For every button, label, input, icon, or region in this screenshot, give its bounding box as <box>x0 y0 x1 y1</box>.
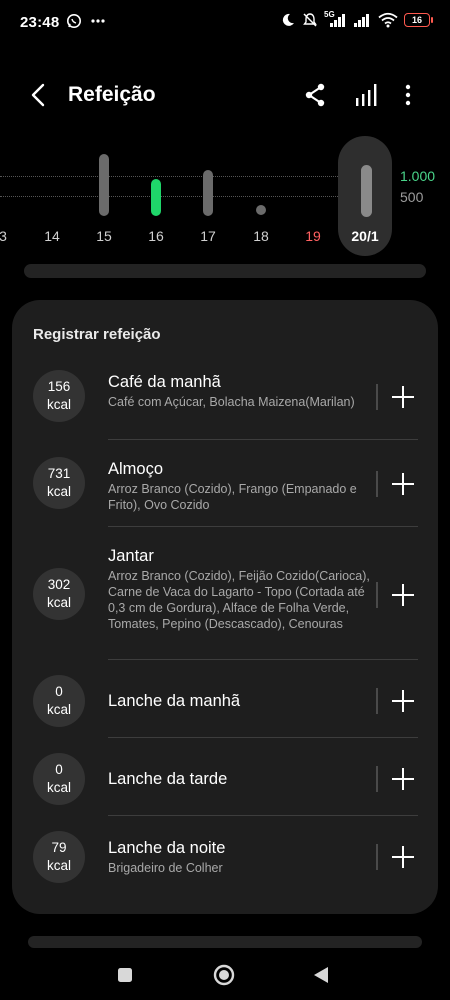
kcal-unit: kcal <box>46 858 71 873</box>
kcal-badge: 79 kcal <box>33 831 85 883</box>
signal-icon-2 <box>354 14 369 27</box>
add-icon[interactable] <box>390 471 416 497</box>
meal-description: Café com Açúcar, Bolacha Maizena(Marilan… <box>108 395 355 409</box>
day-bar-20[interactable] <box>361 165 372 217</box>
kcal-badge: 0 kcal <box>33 675 85 727</box>
app-header: Refeição <box>0 72 450 118</box>
home-icon[interactable] <box>211 962 237 988</box>
day-bar-16[interactable] <box>151 179 161 216</box>
meal-row-afternoon-snack[interactable]: 0 kcal Lanche da tarde <box>12 752 438 806</box>
meal-description: Arroz Branco (Cozido), Feijão Cozido(Car… <box>108 569 370 631</box>
card-title: Registrar refeição <box>33 326 161 343</box>
meal-row-night-snack[interactable]: 79 kcal Lanche da noite Brigadeiro de Co… <box>12 830 438 884</box>
row-divider <box>108 439 418 440</box>
meal-name: Café da manhã <box>108 373 221 391</box>
next-card-edge <box>28 936 422 948</box>
row-divider <box>108 659 418 660</box>
kcal-unit: kcal <box>46 484 71 499</box>
kcal-unit: kcal <box>46 702 71 717</box>
kcal-badge: 0 kcal <box>33 753 85 805</box>
scale-top-label: 1.000 <box>400 168 436 184</box>
strip-card-edge <box>24 264 426 278</box>
kcal-value: 302 <box>47 577 71 592</box>
day-label[interactable]: 3 <box>0 228 7 244</box>
separator <box>376 471 378 497</box>
day-bar-15[interactable] <box>99 154 109 216</box>
kcal-badge: 156 kcal <box>33 370 85 422</box>
separator <box>376 582 378 608</box>
day-label-weekend[interactable]: 19 <box>305 228 321 244</box>
day-label[interactable]: 16 <box>148 228 164 244</box>
add-icon[interactable] <box>390 384 416 410</box>
recents-icon[interactable] <box>112 962 138 988</box>
signal-icon <box>330 14 345 27</box>
register-meal-card: Registrar refeição 156 kcal Café da manh… <box>12 300 438 914</box>
meal-row-dinner[interactable]: 302 kcal Jantar Arroz Branco (Cozido), F… <box>12 544 438 654</box>
share-icon[interactable] <box>300 80 330 110</box>
day-label-selected[interactable]: 20/1 <box>351 228 378 244</box>
battery-level: 16 <box>411 15 422 25</box>
more-dots-icon <box>91 19 105 23</box>
kcal-value: 0 <box>55 684 63 699</box>
goal-line-top <box>0 176 392 177</box>
separator <box>376 844 378 870</box>
meal-row-lunch[interactable]: 731 kcal Almoço Arroz Branco (Cozido), F… <box>12 457 438 525</box>
add-icon[interactable] <box>390 688 416 714</box>
back-nav-icon[interactable] <box>308 962 334 988</box>
kcal-unit: kcal <box>46 780 71 795</box>
day-label[interactable]: 18 <box>253 228 269 244</box>
wifi-icon <box>378 12 398 28</box>
kcal-value: 156 <box>47 379 71 394</box>
more-vert-icon[interactable] <box>393 80 423 110</box>
day-label[interactable]: 15 <box>96 228 112 244</box>
goal-line-bottom <box>0 196 392 197</box>
add-icon[interactable] <box>390 582 416 608</box>
bar-chart-icon[interactable] <box>352 80 382 110</box>
mute-icon <box>303 13 317 27</box>
page-title: Refeição <box>68 83 156 106</box>
day-bar-17[interactable] <box>203 170 213 216</box>
meal-name: Jantar <box>108 547 154 565</box>
kcal-value: 0 <box>55 762 63 777</box>
meal-name: Almoço <box>108 460 164 478</box>
back-icon[interactable] <box>24 80 54 110</box>
day-label[interactable]: 17 <box>200 228 216 244</box>
whatsapp-icon <box>67 14 81 28</box>
meal-name: Lanche da manhã <box>108 692 241 710</box>
add-icon[interactable] <box>390 766 416 792</box>
separator <box>376 688 378 714</box>
kcal-badge: 302 kcal <box>33 568 85 620</box>
do-not-disturb-icon <box>282 13 294 26</box>
meal-description: Brigadeiro de Colher <box>108 861 223 875</box>
system-nav-bar <box>0 950 450 1000</box>
kcal-unit: kcal <box>46 397 71 412</box>
kcal-value: 79 <box>51 840 67 855</box>
scale-bottom-label: 500 <box>400 189 424 205</box>
meal-row-breakfast[interactable]: 156 kcal Café da manhã Café com Açúcar, … <box>12 370 438 438</box>
kcal-value: 731 <box>47 466 71 481</box>
status-time: 23:48 <box>20 14 60 31</box>
separator <box>376 766 378 792</box>
meal-row-morning-snack[interactable]: 0 kcal Lanche da manhã <box>12 674 438 728</box>
status-bar: 23:48 5G 16 <box>0 0 450 44</box>
add-icon[interactable] <box>390 844 416 870</box>
kcal-badge: 731 kcal <box>33 457 85 509</box>
meal-name: Lanche da tarde <box>108 770 228 788</box>
row-divider <box>108 815 418 816</box>
meal-name: Lanche da noite <box>108 839 226 857</box>
row-divider <box>108 526 418 527</box>
row-divider <box>108 737 418 738</box>
battery-icon: 16 <box>404 13 433 27</box>
daily-calorie-strip: 3 14 15 16 17 18 19 20/1 1.000 500 <box>0 130 450 265</box>
day-label[interactable]: 14 <box>44 228 60 244</box>
day-bar-18[interactable] <box>256 205 266 215</box>
separator <box>376 384 378 410</box>
kcal-unit: kcal <box>46 595 71 610</box>
meal-description: Arroz Branco (Cozido), Frango (Empanado … <box>108 482 357 512</box>
